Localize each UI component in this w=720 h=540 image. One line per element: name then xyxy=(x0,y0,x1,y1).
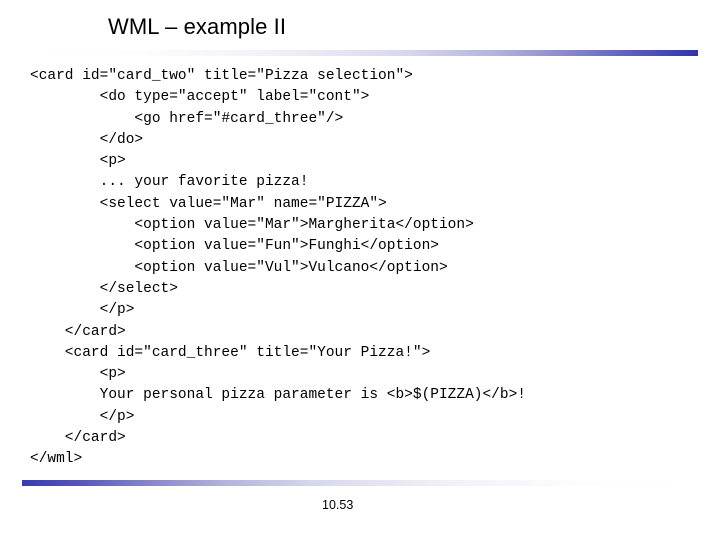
code-block: <card id="card_two" title="Pizza selecti… xyxy=(30,66,700,471)
title-divider-top xyxy=(22,50,698,56)
code-line: <card id="card_two" title="Pizza selecti… xyxy=(30,68,413,84)
page-title: WML – example II xyxy=(108,14,287,39)
code-line: </card> xyxy=(30,323,126,340)
code-line: <p> xyxy=(30,366,126,383)
slide-number: 10.53 xyxy=(322,498,354,512)
code-line: <card id="card_three" title="Your Pizza!… xyxy=(30,344,431,361)
code-line: <select value="Mar" name="PIZZA"> xyxy=(30,195,387,212)
code-line: <p> xyxy=(30,153,126,170)
footer-divider-bottom xyxy=(22,480,698,486)
code-line: </p> xyxy=(30,408,135,425)
code-line: </select> xyxy=(30,280,178,297)
code-line: <go href="#card_three"/> xyxy=(30,110,344,127)
code-line: <option value="Vul">Vulcano</option> xyxy=(30,259,448,276)
code-line: </card> xyxy=(30,430,126,447)
code-line: </wml> xyxy=(30,451,83,468)
code-line: <option value="Fun">Funghi</option> xyxy=(30,238,439,255)
code-line: </p> xyxy=(30,302,135,319)
code-line: </do> xyxy=(30,131,144,148)
code-line: ... your favorite pizza! xyxy=(30,174,309,191)
code-line: <option value="Mar">Margherita</option> xyxy=(30,217,474,234)
slide: WML – example II <card id="card_two" tit… xyxy=(0,0,720,540)
code-line: <do type="accept" label="cont"> xyxy=(30,89,370,106)
code-line: Your personal pizza parameter is <b>$(PI… xyxy=(30,387,526,404)
